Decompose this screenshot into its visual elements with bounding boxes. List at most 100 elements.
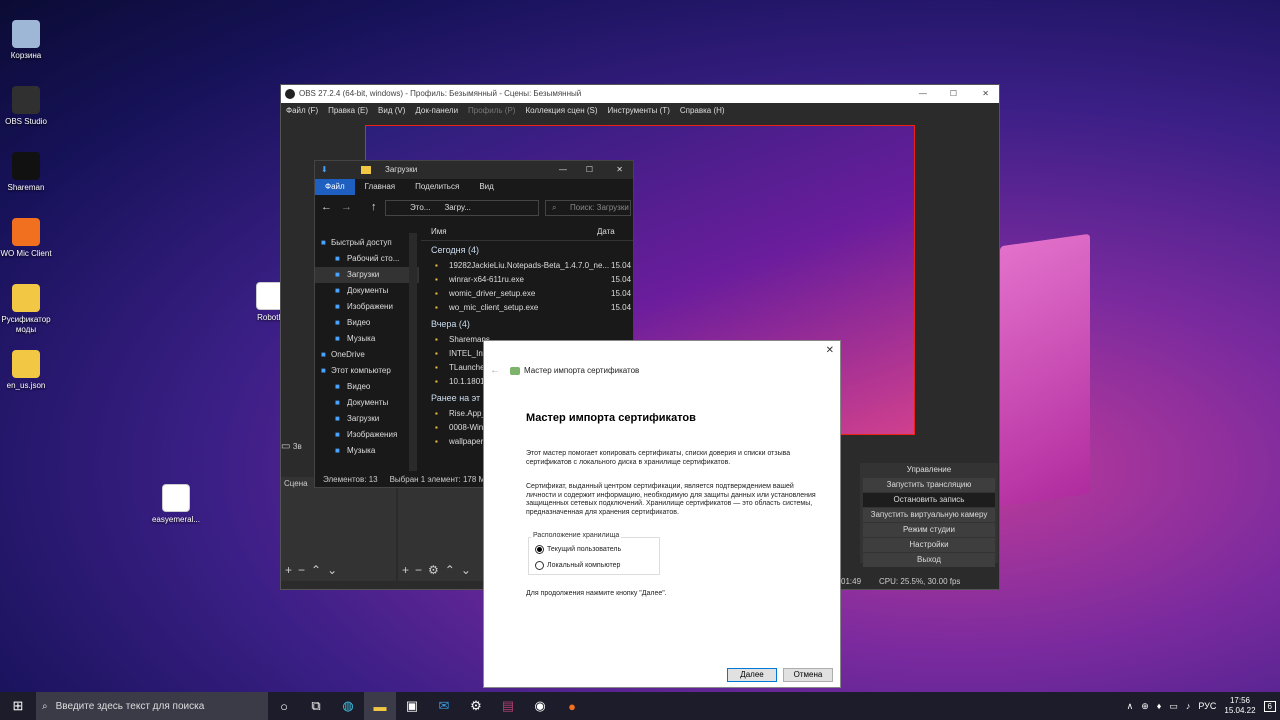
settings-icon[interactable]: ⚙ bbox=[460, 692, 492, 720]
nav-item[interactable]: ■ Документы bbox=[315, 395, 419, 411]
file-row[interactable]: ▪ womic_driver_setup.exe 15.04 bbox=[421, 287, 633, 301]
back-icon[interactable]: ← bbox=[490, 365, 500, 376]
add-source-icon[interactable]: + bbox=[402, 563, 415, 577]
obs-control-button[interactable]: Запустить трансляцию bbox=[863, 478, 995, 492]
winrar-icon[interactable]: ▤ bbox=[492, 692, 524, 720]
maximize-icon[interactable]: ☐ bbox=[950, 85, 957, 103]
up-icon[interactable]: ↑ bbox=[371, 201, 377, 213]
minimize-icon[interactable]: — bbox=[559, 161, 567, 179]
add-scene-icon[interactable]: + bbox=[285, 563, 298, 577]
nav-item[interactable]: ■ Быстрый доступ bbox=[315, 235, 419, 251]
close-icon[interactable]: ✕ bbox=[616, 161, 623, 179]
desktop-icon[interactable]: Корзина bbox=[0, 20, 54, 61]
next-button[interactable]: Далее bbox=[727, 668, 777, 682]
group-header[interactable]: Сегодня (4) bbox=[421, 241, 633, 259]
column-name[interactable]: Имя bbox=[421, 223, 597, 240]
file-row[interactable]: ▪ 19282JackieLiu.Notepads-Beta_1.4.7.0_ne… bbox=[421, 259, 633, 273]
start-button[interactable]: ⊞ bbox=[0, 692, 36, 720]
cortana-icon[interactable]: ○ bbox=[268, 692, 300, 720]
mail-icon[interactable]: ✉ bbox=[428, 692, 460, 720]
obs-menu-item[interactable]: Профиль (P) bbox=[468, 103, 515, 119]
obs-menu-item[interactable]: Инструменты (T) bbox=[608, 103, 670, 119]
maximize-icon[interactable]: ☐ bbox=[586, 161, 593, 179]
close-icon[interactable]: ✕ bbox=[982, 85, 989, 103]
file-row[interactable]: ▪ wo_mic_client_setup.exe 15.04 bbox=[421, 301, 633, 315]
nav-item[interactable]: ■ Загрузки bbox=[315, 267, 419, 283]
nav-item[interactable]: ■ Документы bbox=[315, 283, 419, 299]
close-icon[interactable]: ✕ bbox=[826, 345, 834, 356]
nav-item[interactable]: ■ Изображения bbox=[315, 427, 419, 443]
group-header[interactable]: Вчера (4) bbox=[421, 315, 633, 333]
gear-icon[interactable]: ⚙ bbox=[428, 563, 445, 577]
mic-icon[interactable]: ♦ bbox=[1157, 701, 1162, 711]
obs-menu-item[interactable]: Правка (E) bbox=[328, 103, 368, 119]
ribbon-tab[interactable]: Файл bbox=[315, 179, 355, 195]
obs-menu-item[interactable]: Справка (H) bbox=[680, 103, 725, 119]
file-row[interactable]: ▪ winrar-x64-611ru.exe 15.04 bbox=[421, 273, 633, 287]
desktop-icon[interactable]: Shareman bbox=[0, 152, 54, 193]
obs-icon[interactable]: ◉ bbox=[524, 692, 556, 720]
desktop-icon[interactable]: easyemeral... bbox=[148, 484, 204, 525]
obs-menu-item[interactable]: Вид (V) bbox=[378, 103, 405, 119]
ribbon-tab[interactable]: Вид bbox=[469, 179, 503, 195]
obs-control-button[interactable]: Остановить запись bbox=[863, 493, 995, 507]
task-view-icon[interactable]: ⧉ bbox=[300, 692, 332, 720]
nav-item[interactable]: ■ Видео bbox=[315, 379, 419, 395]
desktop-icon[interactable]: WO Mic Client bbox=[0, 218, 54, 259]
nav-item[interactable]: ■ Рабочий сто... bbox=[315, 251, 419, 267]
nav-scrollbar[interactable] bbox=[409, 233, 417, 471]
ribbon-tab[interactable]: Поделиться bbox=[405, 179, 469, 195]
back-icon[interactable]: ← bbox=[321, 201, 332, 213]
obs-menu-item[interactable]: Коллекция сцен (S) bbox=[525, 103, 597, 119]
radio-local-machine[interactable]: Локальный компьютер bbox=[535, 561, 620, 570]
obs-control-button[interactable]: Запустить виртуальную камеру bbox=[863, 508, 995, 522]
desktop-icon[interactable]: OBS Studio bbox=[0, 86, 54, 127]
nav-item[interactable]: ■ Музыка bbox=[315, 331, 419, 347]
monitor-icon[interactable]: ▭ bbox=[1169, 701, 1178, 712]
nav-item[interactable]: ■ Видео bbox=[315, 315, 419, 331]
store-icon[interactable]: ▣ bbox=[396, 692, 428, 720]
nav-item[interactable]: ■ Загрузки bbox=[315, 411, 419, 427]
nav-item[interactable]: ■ Музыка bbox=[315, 443, 419, 459]
forward-icon[interactable]: → bbox=[341, 201, 352, 213]
radio-unselected-icon[interactable] bbox=[535, 561, 544, 570]
clock[interactable]: 17:56 15.04.22 bbox=[1224, 696, 1255, 716]
cancel-button[interactable]: Отмена bbox=[783, 668, 833, 682]
ribbon-tab[interactable]: Главная bbox=[355, 179, 405, 195]
language-indicator[interactable]: РУС bbox=[1198, 701, 1216, 711]
nav-item-label: Видео bbox=[347, 318, 371, 327]
search-input[interactable]: ⌕ Поиск: Загрузки bbox=[545, 200, 631, 216]
remove-source-icon[interactable]: − bbox=[415, 563, 428, 577]
file-explorer-icon[interactable]: ▬ bbox=[364, 692, 396, 720]
notifications-icon[interactable]: 6 bbox=[1263, 700, 1276, 712]
nav-item[interactable]: ■ OneDrive bbox=[315, 347, 419, 363]
path-segment[interactable]: Это... bbox=[410, 201, 430, 215]
obs-menu-item[interactable]: Файл (F) bbox=[286, 103, 318, 119]
wo-mic-icon[interactable]: ● bbox=[556, 692, 588, 720]
network-icon[interactable]: ⊕ bbox=[1141, 701, 1149, 712]
move-up-icon[interactable]: ⌃ bbox=[311, 563, 327, 577]
remove-scene-icon[interactable]: − bbox=[298, 563, 311, 577]
desktop-icon[interactable]: en_us.json bbox=[0, 350, 54, 391]
edge-icon[interactable]: ◍ bbox=[332, 692, 364, 720]
desktop-icon[interactable]: Русификатор моды bbox=[0, 284, 54, 335]
path-segment[interactable]: Загру... bbox=[444, 201, 470, 215]
path-box[interactable]: Это... Загру... bbox=[385, 200, 539, 216]
chevron-up-icon[interactable]: ∧ bbox=[1127, 701, 1134, 712]
minimize-icon[interactable]: — bbox=[919, 85, 927, 103]
obs-control-button[interactable]: Выход bbox=[863, 553, 995, 567]
obs-menu-item[interactable]: Док-панели bbox=[415, 103, 458, 119]
obs-control-button[interactable]: Настройки bbox=[863, 538, 995, 552]
nav-item[interactable]: ■ Изображени bbox=[315, 299, 419, 315]
certificate-import-dialog[interactable]: ✕ ← Мастер импорта сертификатов Мастер и… bbox=[483, 340, 841, 688]
obs-control-button[interactable]: Режим студии bbox=[863, 523, 995, 537]
taskbar-search[interactable]: ⌕ Введите здесь текст для поиска bbox=[36, 692, 268, 720]
radio-selected-icon[interactable] bbox=[535, 545, 544, 554]
nav-item[interactable]: ■ Этот компьютер bbox=[315, 363, 419, 379]
volume-icon[interactable]: ♪ bbox=[1186, 701, 1191, 711]
move-down-icon[interactable]: ⌄ bbox=[327, 563, 343, 577]
move-down-icon[interactable]: ⌄ bbox=[461, 563, 477, 577]
radio-current-user[interactable]: Текущий пользователь bbox=[535, 545, 621, 554]
column-date[interactable]: Дата bbox=[597, 223, 615, 240]
move-up-icon[interactable]: ⌃ bbox=[445, 563, 461, 577]
